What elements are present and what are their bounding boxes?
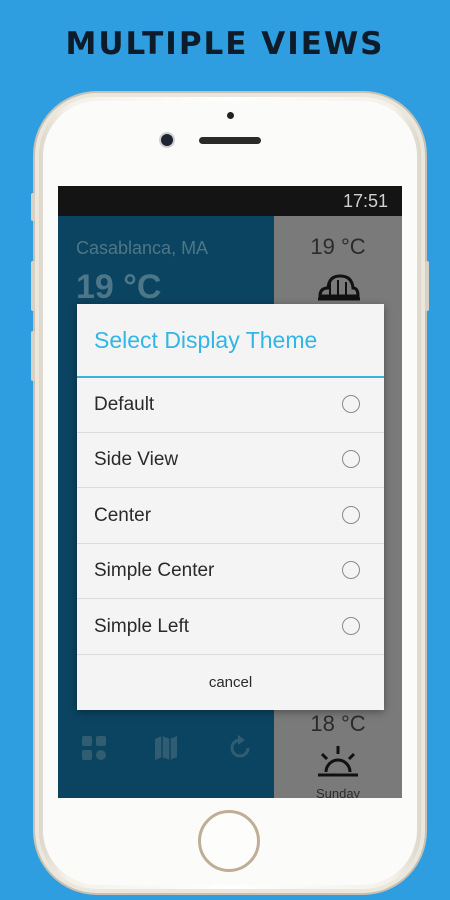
option-label: Side View: [94, 449, 179, 470]
volume-up-button: [31, 261, 35, 311]
forecast-temp-bottom: 18 °C: [310, 711, 366, 736]
promo-headline: MULTIPLE VIEWS: [65, 26, 385, 62]
status-time: 17:51: [342, 191, 388, 211]
volume-down-button: [31, 331, 35, 381]
theme-option-simple-center[interactable]: Simple Center: [77, 544, 384, 599]
proximity-sensor: [227, 112, 234, 119]
radio-button[interactable]: [342, 395, 360, 413]
dialog-title: Select Display Theme: [94, 327, 318, 353]
mute-switch: [31, 193, 35, 221]
front-camera: [161, 134, 173, 146]
theme-option-default[interactable]: Default: [77, 378, 384, 433]
theme-option-simple-left[interactable]: Simple Left: [77, 600, 384, 655]
radio-button[interactable]: [342, 561, 360, 579]
sunrise-icon: [318, 746, 358, 777]
radio-button[interactable]: [342, 617, 360, 635]
radio-button[interactable]: [342, 506, 360, 524]
status-bar: 17:51: [58, 186, 402, 216]
cloud-rain-icon: [318, 274, 360, 301]
option-label: Simple Left: [94, 616, 190, 637]
current-temperature: 19 °C: [76, 268, 162, 306]
radio-button[interactable]: [342, 450, 360, 468]
grid-icon[interactable]: [80, 734, 108, 762]
forecast-temp-top: 19 °C: [310, 234, 366, 259]
theme-option-center[interactable]: Center: [77, 489, 384, 544]
option-label: Simple Center: [94, 560, 215, 581]
forecast-day: Sunday: [315, 786, 361, 798]
theme-option-side-view[interactable]: Side View: [77, 433, 384, 488]
refresh-icon[interactable]: [226, 734, 254, 762]
option-label: Default: [94, 394, 155, 415]
city-name: Casablanca, MA: [76, 238, 209, 258]
option-label: Center: [94, 505, 152, 526]
home-button[interactable]: [198, 810, 260, 872]
map-icon[interactable]: [152, 734, 180, 762]
theme-dialog: Select Display Theme Default Side View C…: [77, 304, 384, 710]
earpiece-speaker: [199, 137, 261, 144]
power-button: [425, 261, 429, 311]
cancel-button[interactable]: cancel: [77, 655, 384, 710]
